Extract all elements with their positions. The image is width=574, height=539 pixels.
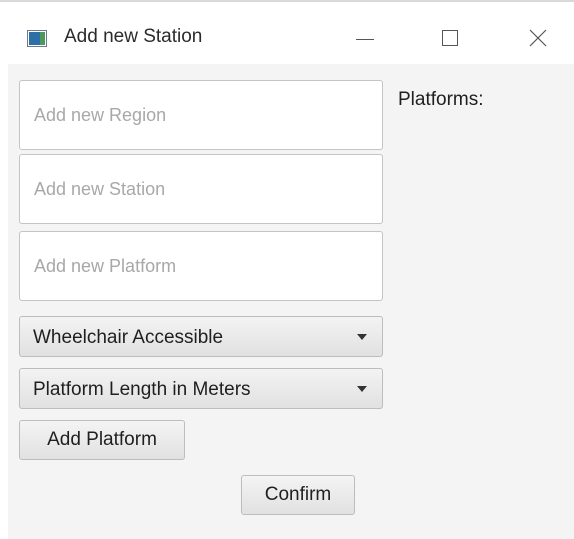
close-button[interactable] [517,18,563,58]
platforms-label: Platforms: [398,89,484,110]
window-content: Wheelchair Accessible Platform Length in… [8,64,574,539]
platform-input[interactable] [19,231,383,301]
add-station-window: Add new Station Wheelchair Accessible Pl… [0,0,574,539]
station-input[interactable] [19,154,383,224]
add-platform-button[interactable]: Add Platform [19,420,185,460]
close-icon [529,29,547,47]
app-icon [27,30,47,47]
wheelchair-accessible-select[interactable]: Wheelchair Accessible [19,316,383,357]
wheelchair-accessible-select-value: Wheelchair Accessible [33,327,224,348]
maximize-icon [442,30,458,46]
chevron-down-icon [357,386,367,392]
minimize-button[interactable] [344,18,390,58]
platform-length-select[interactable]: Platform Length in Meters [19,368,383,409]
window-title: Add new Station [64,26,203,47]
title-bar[interactable]: Add new Station [0,2,574,64]
chevron-down-icon [357,334,367,340]
region-input[interactable] [19,80,383,150]
maximize-button[interactable] [428,18,474,58]
confirm-button[interactable]: Confirm [241,475,355,515]
app-icon-blue-part [29,32,40,45]
platform-length-select-value: Platform Length in Meters [33,379,251,400]
app-icon-green-part [40,32,45,45]
minimize-icon [356,39,374,40]
